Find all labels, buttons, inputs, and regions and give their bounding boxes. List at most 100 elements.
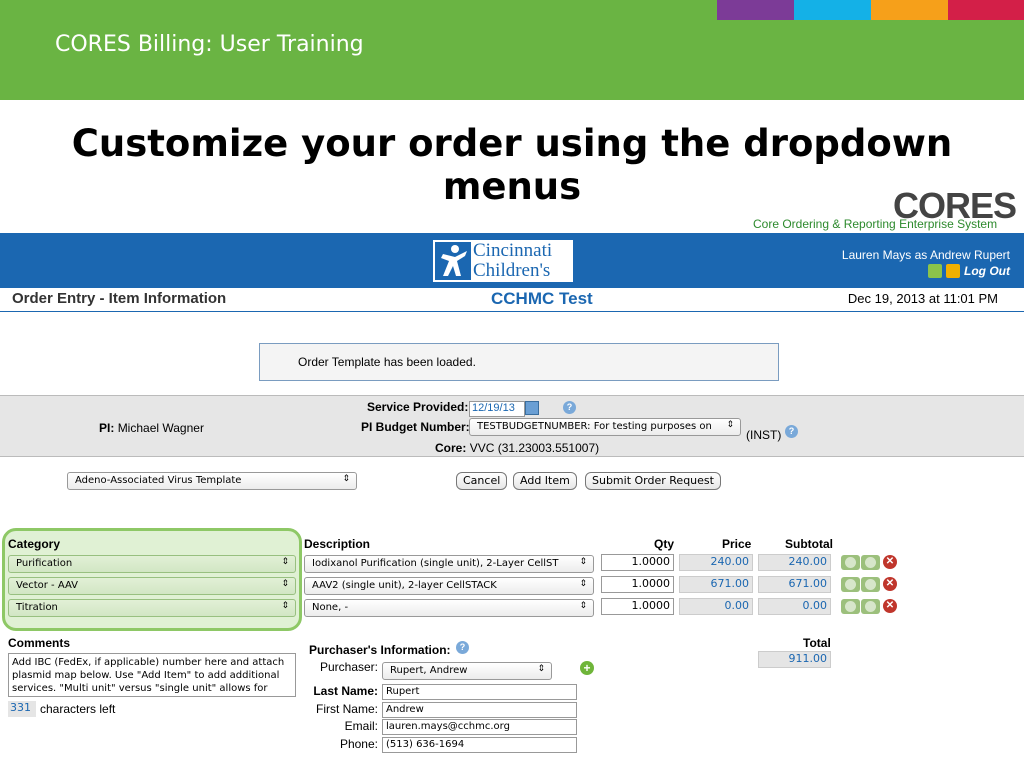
select-arrow-icon: ⇕ xyxy=(281,601,289,611)
description-select[interactable]: Iodixanol Purification (single unit), 2-… xyxy=(304,555,594,573)
qty-input[interactable]: 1.0000 xyxy=(601,598,674,615)
door-icon[interactable] xyxy=(946,264,961,278)
copy-icon[interactable] xyxy=(861,577,880,592)
subtotal-value: 240.00 xyxy=(758,554,831,571)
help-icon[interactable]: ? xyxy=(785,425,798,438)
help-icon[interactable]: ? xyxy=(563,401,576,414)
add-item-button[interactable]: Add Item xyxy=(513,472,577,490)
cincinnati-text: Cincinnati xyxy=(473,240,553,261)
select-arrow-icon: ⇕ xyxy=(342,474,350,484)
budget-label: PI Budget Number: xyxy=(361,420,470,434)
select-arrow-icon: ⇕ xyxy=(537,664,545,674)
pi-value: Michael Wagner xyxy=(117,421,204,435)
color-strip-blue xyxy=(794,0,871,20)
core-field: Core: VVC (31.23003.551007) xyxy=(435,441,599,455)
total-label: Total xyxy=(803,636,831,650)
last-name-label: Last Name: xyxy=(313,684,378,698)
description-value: AAV2 (single unit), 2-layer CellSTACK xyxy=(312,580,497,591)
description-value: Iodixanol Purification (single unit), 2-… xyxy=(312,558,559,569)
description-header: Description xyxy=(304,537,371,551)
color-strip-purple xyxy=(717,0,794,20)
sub-header: Order Entry - Item Information CCHMC Tes… xyxy=(0,288,1024,312)
category-header: Category xyxy=(8,537,61,551)
core-value: VVC (31.23003.551007) xyxy=(469,441,600,455)
total-value: 911.00 xyxy=(758,651,831,668)
slide-title: CORES Billing: User Training xyxy=(55,32,364,57)
category-value: Titration xyxy=(16,602,58,613)
subtotal-value: 671.00 xyxy=(758,576,831,593)
calendar-icon[interactable] xyxy=(525,401,539,415)
purchaser-label: Purchaser: xyxy=(319,660,378,674)
first-name-label: First Name: xyxy=(315,702,378,716)
description-select[interactable]: None, - ⇕ xyxy=(304,599,594,617)
description-value: None, - xyxy=(312,602,349,613)
purchaser-heading: Purchaser's Information: xyxy=(309,643,451,657)
phone-label: Phone: xyxy=(339,737,378,751)
select-arrow-icon: ⇕ xyxy=(281,579,289,589)
cores-tagline: Core Ordering & Reporting Enterprise Sys… xyxy=(753,217,998,231)
template-select[interactable]: Adeno-Associated Virus Template ⇕ xyxy=(67,472,357,490)
last-name-input[interactable]: Rupert xyxy=(382,684,577,700)
person-icon[interactable] xyxy=(841,577,860,592)
childrens-text: Children's xyxy=(473,260,551,281)
comments-label: Comments xyxy=(8,636,71,650)
description-select[interactable]: AAV2 (single unit), 2-layer CellSTACK ⇕ xyxy=(304,577,594,595)
comments-textarea[interactable]: Add IBC (FedEx, if applicable) number he… xyxy=(8,653,296,697)
person-icon[interactable] xyxy=(841,599,860,614)
copy-icon[interactable] xyxy=(861,555,880,570)
status-message: Order Template has been loaded. xyxy=(259,343,779,381)
category-select[interactable]: Purification ⇕ xyxy=(8,555,296,573)
select-arrow-icon: ⇕ xyxy=(579,579,587,589)
purchaser-select[interactable]: Rupert, Andrew ⇕ xyxy=(382,662,552,680)
service-date-input[interactable]: 12/19/13 xyxy=(469,401,525,417)
email-input[interactable]: lauren.mays@cchmc.org xyxy=(382,719,577,735)
user-switch-icon[interactable] xyxy=(928,264,943,278)
price-value: 0.00 xyxy=(679,598,753,615)
price-header: Price xyxy=(722,537,752,551)
first-name-input[interactable]: Andrew xyxy=(382,702,577,718)
subtotal-value: 0.00 xyxy=(758,598,831,615)
price-value: 240.00 xyxy=(679,554,753,571)
email-label: Email: xyxy=(344,719,378,733)
budget-select[interactable]: TESTBUDGETNUMBER: For testing purposes o… xyxy=(469,418,741,436)
service-label: Service Provided: xyxy=(367,400,469,414)
budget-value: TESTBUDGETNUMBER: For testing purposes o… xyxy=(477,421,712,432)
child-figure-icon xyxy=(435,242,471,280)
category-select[interactable]: Vector - AAV ⇕ xyxy=(8,577,296,595)
delete-icon[interactable]: ✕ xyxy=(883,599,897,613)
color-strip-orange xyxy=(871,0,948,20)
qty-header: Qty xyxy=(654,537,675,551)
select-arrow-icon: ⇕ xyxy=(281,557,289,567)
add-purchaser-icon[interactable]: + xyxy=(580,661,594,675)
logout-row: Log Out xyxy=(928,264,1010,278)
chars-left-label: characters left xyxy=(40,702,116,716)
delete-icon[interactable]: ✕ xyxy=(883,577,897,591)
person-icon[interactable] xyxy=(841,555,860,570)
select-arrow-icon: ⇕ xyxy=(726,420,734,430)
budget-suffix: (INST) xyxy=(746,428,782,442)
color-strip-red xyxy=(948,0,1024,20)
cincinnati-childrens-logo: Cincinnati Children's xyxy=(433,240,573,282)
category-value: Vector - AAV xyxy=(16,580,78,591)
qty-input[interactable]: 1.0000 xyxy=(601,554,674,571)
copy-icon[interactable] xyxy=(861,599,880,614)
purchaser-value: Rupert, Andrew xyxy=(390,665,468,676)
phone-input[interactable]: (513) 636-1694 xyxy=(382,737,577,753)
qty-input[interactable]: 1.0000 xyxy=(601,576,674,593)
logout-link[interactable]: Log Out xyxy=(964,264,1010,278)
org-name: CCHMC Test xyxy=(491,289,593,308)
delete-icon[interactable]: ✕ xyxy=(883,555,897,569)
category-select[interactable]: Titration ⇕ xyxy=(8,599,296,617)
help-icon[interactable]: ? xyxy=(456,641,469,654)
select-arrow-icon: ⇕ xyxy=(579,557,587,567)
submit-order-button[interactable]: Submit Order Request xyxy=(585,472,721,490)
pi-label: PI: xyxy=(99,421,115,435)
current-user: Lauren Mays as Andrew Rupert xyxy=(841,248,1010,262)
cancel-button[interactable]: Cancel xyxy=(456,472,508,490)
select-arrow-icon: ⇕ xyxy=(579,601,587,611)
slide-heading: Customize your order using the dropdown … xyxy=(71,122,953,208)
subtotal-header: Subtotal xyxy=(785,537,833,551)
template-value: Adeno-Associated Virus Template xyxy=(75,475,242,486)
pi-field: PI: Michael Wagner xyxy=(99,421,204,435)
current-date: Dec 19, 2013 at 11:01 PM xyxy=(847,291,998,306)
